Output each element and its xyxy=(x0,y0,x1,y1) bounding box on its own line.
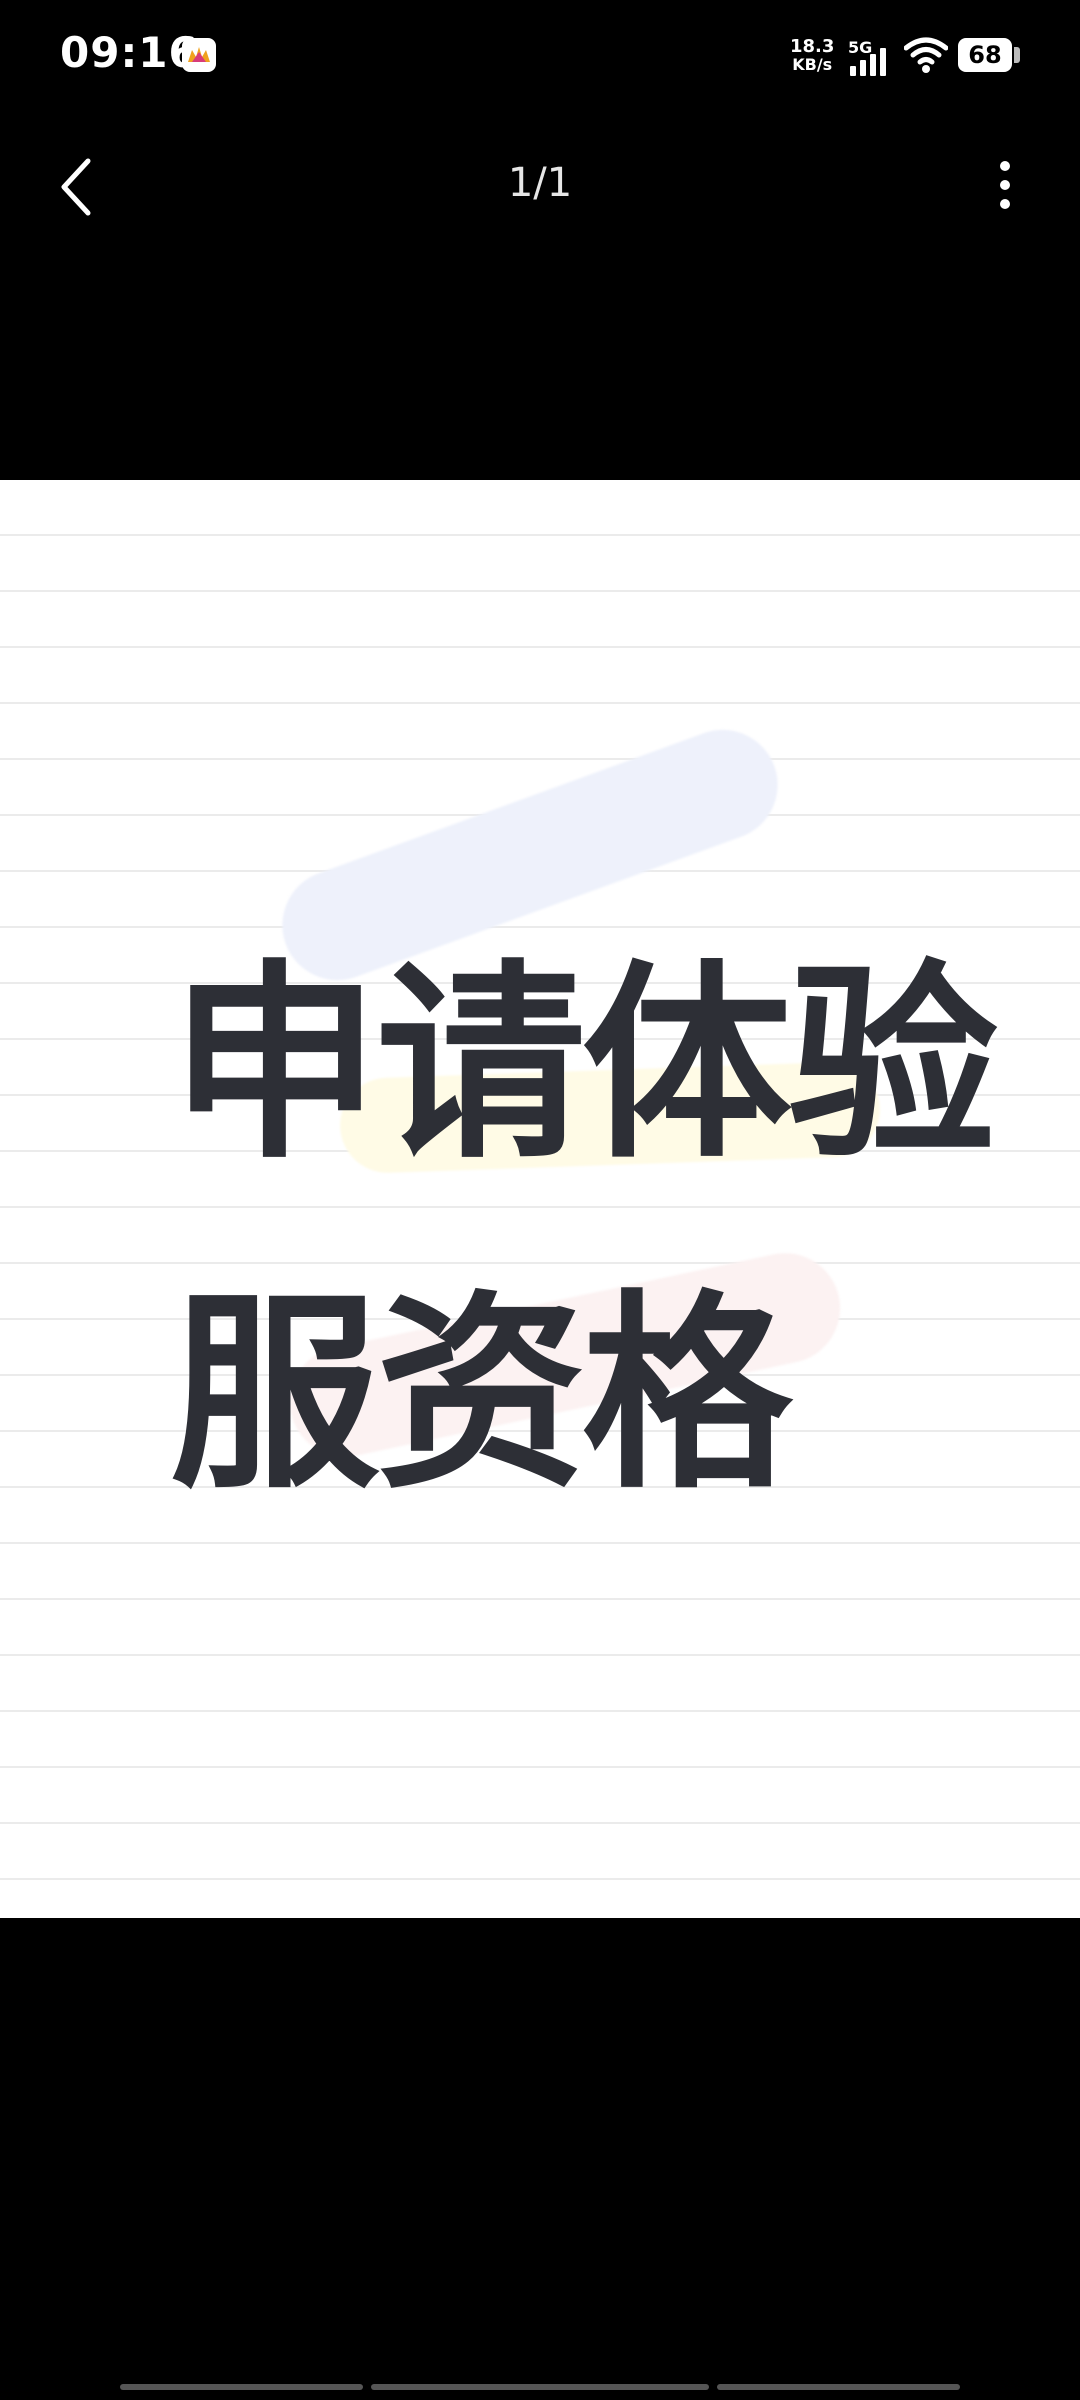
status-bar: 09:16 18.3 KB/s 5G 68 xyxy=(0,0,1080,110)
image-viewer[interactable]: 申请体验 服资格 xyxy=(0,480,1080,1918)
wifi-icon xyxy=(903,36,949,76)
headline-line-2: 服资格 xyxy=(170,1272,792,1517)
page-indicator: 1/1 xyxy=(507,160,573,206)
signal-icon: 5G xyxy=(848,38,894,76)
headline-line-1: 申请体验 xyxy=(170,942,998,1187)
more-vertical-icon[interactable] xyxy=(990,160,1020,210)
status-time: 09:16 xyxy=(60,28,199,77)
app-badge-icon xyxy=(182,38,216,72)
battery-icon: 68 xyxy=(958,38,1020,72)
battery-level: 68 xyxy=(968,41,1002,69)
page-progress-bar xyxy=(120,2384,961,2392)
headline: 申请体验 服资格 xyxy=(170,900,998,1560)
network-speed: 18.3 KB/s xyxy=(790,36,835,74)
